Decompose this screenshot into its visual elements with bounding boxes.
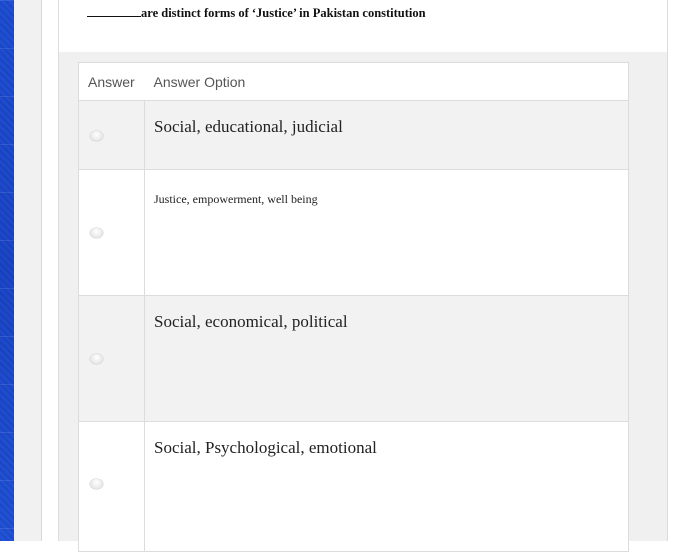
answer-table-header: Answer Answer Option bbox=[78, 62, 629, 101]
answer-option-column-header: Answer Option bbox=[144, 62, 629, 101]
answer-radio-cell bbox=[78, 100, 145, 170]
answer-option-cell: Social, educational, judicial bbox=[144, 100, 629, 170]
gutter-divider bbox=[41, 0, 42, 541]
question-panel: are distinct forms of ‘Justice’ in Pakis… bbox=[58, 0, 668, 552]
answer-table: Answer Answer Option Social, educational… bbox=[78, 62, 629, 552]
answer-row[interactable]: Social, educational, judicial bbox=[78, 100, 629, 170]
answer-option-label: Social, economical, political bbox=[154, 312, 348, 331]
answer-row[interactable]: Social, Psychological, emotional bbox=[78, 421, 629, 552]
answer-option-label: Social, educational, judicial bbox=[154, 117, 343, 136]
answer-option-cell: Justice, empowerment, well being bbox=[144, 169, 629, 296]
answer-option-cell: Social, economical, political bbox=[144, 295, 629, 422]
question-prompt: are distinct forms of ‘Justice’ in Pakis… bbox=[87, 6, 426, 21]
left-gutter bbox=[14, 0, 42, 541]
answer-radio-cell bbox=[78, 169, 145, 296]
answer-radio-button[interactable] bbox=[90, 354, 103, 364]
answer-radio-cell bbox=[78, 421, 145, 552]
answer-column-header: Answer bbox=[78, 62, 145, 101]
answer-radio-button[interactable] bbox=[90, 479, 103, 489]
side-decoration-strip bbox=[0, 0, 14, 541]
answer-row[interactable]: Justice, empowerment, well being bbox=[78, 169, 629, 296]
answer-radio-cell bbox=[78, 295, 145, 422]
answer-option-cell: Social, Psychological, emotional bbox=[144, 421, 629, 552]
answer-radio-button[interactable] bbox=[90, 228, 103, 238]
fill-in-blank bbox=[87, 6, 141, 17]
question-text: are distinct forms of ‘Justice’ in Pakis… bbox=[141, 6, 426, 20]
answer-option-label: Justice, empowerment, well being bbox=[154, 192, 318, 206]
answer-option-label: Social, Psychological, emotional bbox=[154, 438, 377, 457]
answer-radio-button[interactable] bbox=[90, 131, 103, 141]
question-box: are distinct forms of ‘Justice’ in Pakis… bbox=[59, 0, 667, 52]
answer-row[interactable]: Social, economical, political bbox=[78, 295, 629, 422]
